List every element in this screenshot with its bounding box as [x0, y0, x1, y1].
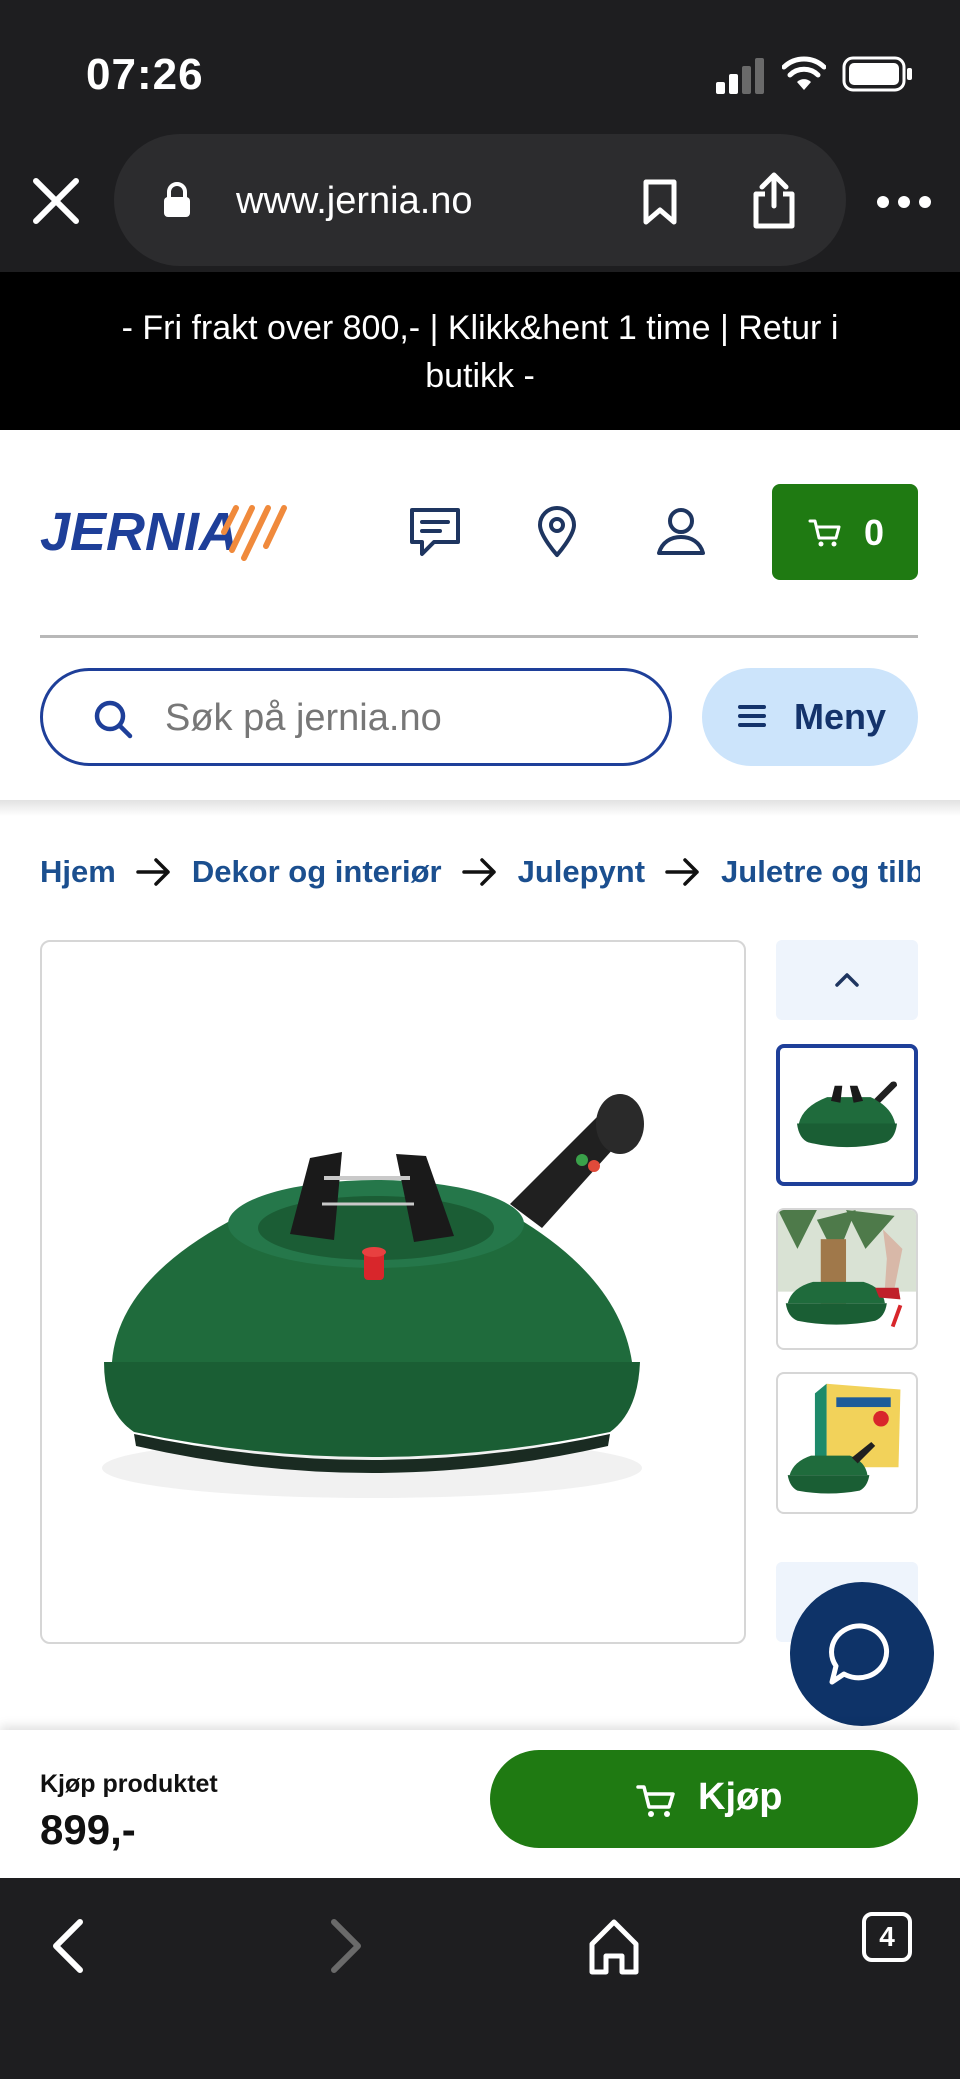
- menu-label: Meny: [794, 696, 887, 737]
- arrow-right-icon: [136, 858, 170, 886]
- thumbnail-stand[interactable]: [776, 1044, 918, 1186]
- browser-toolbar: 4: [0, 1878, 960, 2079]
- location-pin-icon[interactable]: [530, 504, 584, 558]
- logo-text: JERNIA: [40, 502, 238, 562]
- chevron-up-icon: [835, 973, 859, 987]
- thumbnail-package[interactable]: [776, 1372, 918, 1514]
- breadcrumb-link-christmas[interactable]: Julepynt: [518, 854, 645, 890]
- lock-icon: [164, 182, 190, 217]
- thumbnail-in-use[interactable]: [776, 1208, 918, 1350]
- header-divider: [40, 635, 918, 638]
- wifi-icon: [782, 56, 826, 90]
- buy-bar-label: Kjøp produktet: [40, 1770, 218, 1798]
- thumbnail-in-use-image: [778, 1210, 916, 1328]
- user-icon[interactable]: [654, 504, 708, 558]
- buy-bar: Kjøp produktet 899,- Kjøp: [0, 1730, 960, 1878]
- search-icon: [94, 700, 133, 739]
- chat-bubble-icon[interactable]: [408, 504, 462, 558]
- share-icon[interactable]: [750, 172, 798, 230]
- thumbnail-stand-image: [796, 1081, 898, 1148]
- thumbnail-package-image: [787, 1383, 901, 1494]
- battery-icon: [842, 56, 912, 92]
- url-field[interactable]: www.jernia.no: [114, 134, 846, 266]
- arrow-right-icon: [665, 858, 699, 886]
- promo-banner: - Fri frakt over 800,- | Klikk&hent 1 ti…: [0, 272, 960, 430]
- home-icon[interactable]: [584, 1914, 644, 1978]
- jernia-logo[interactable]: JERNIA: [40, 498, 290, 564]
- arrow-right-icon: [461, 858, 496, 886]
- more-options-icon[interactable]: [876, 192, 932, 212]
- bookmark-icon[interactable]: [640, 178, 680, 226]
- hamburger-icon: [738, 705, 766, 727]
- back-icon[interactable]: [40, 1914, 100, 1978]
- status-time: 07:26: [86, 50, 204, 99]
- cart-button[interactable]: 0: [772, 484, 918, 580]
- product-main-image[interactable]: [40, 940, 746, 1644]
- cellular-signal-icon: [716, 58, 764, 94]
- close-icon[interactable]: [30, 175, 82, 227]
- chat-bubble-icon: [829, 1623, 890, 1685]
- christmas-tree-stand-image: [102, 1094, 644, 1498]
- buy-button-label: Kjøp: [698, 1776, 783, 1818]
- cart-icon: [636, 1785, 675, 1817]
- search-placeholder: Søk på jernia.no: [165, 697, 442, 739]
- breadcrumb-link-tree[interactable]: Juletre og tilbehør: [721, 854, 920, 890]
- breadcrumb-link-home[interactable]: Hjem: [40, 854, 116, 890]
- buy-button[interactable]: Kjøp: [490, 1750, 918, 1848]
- url-text: www.jernia.no: [236, 180, 473, 222]
- product-price: 899,-: [40, 1806, 136, 1853]
- search-input[interactable]: Søk på jernia.no: [40, 668, 672, 766]
- breadcrumb-link-decor[interactable]: Dekor og interiør: [192, 854, 442, 890]
- forward-icon[interactable]: [314, 1914, 374, 1978]
- header-shadow: [0, 800, 960, 816]
- cart-count: 0: [864, 512, 885, 553]
- thumbnail-scroll-up-button[interactable]: [776, 940, 918, 1020]
- tabs-icon[interactable]: 4: [862, 1912, 912, 1962]
- browser-address-bar: www.jernia.no: [0, 130, 960, 272]
- menu-button[interactable]: Meny: [702, 668, 918, 766]
- chat-button[interactable]: [790, 1582, 934, 1726]
- cart-icon: [808, 519, 841, 547]
- status-bar: 07:26: [0, 0, 960, 130]
- breadcrumb: Hjem Dekor og interiør Julepynt Juletre og …: [40, 852, 920, 896]
